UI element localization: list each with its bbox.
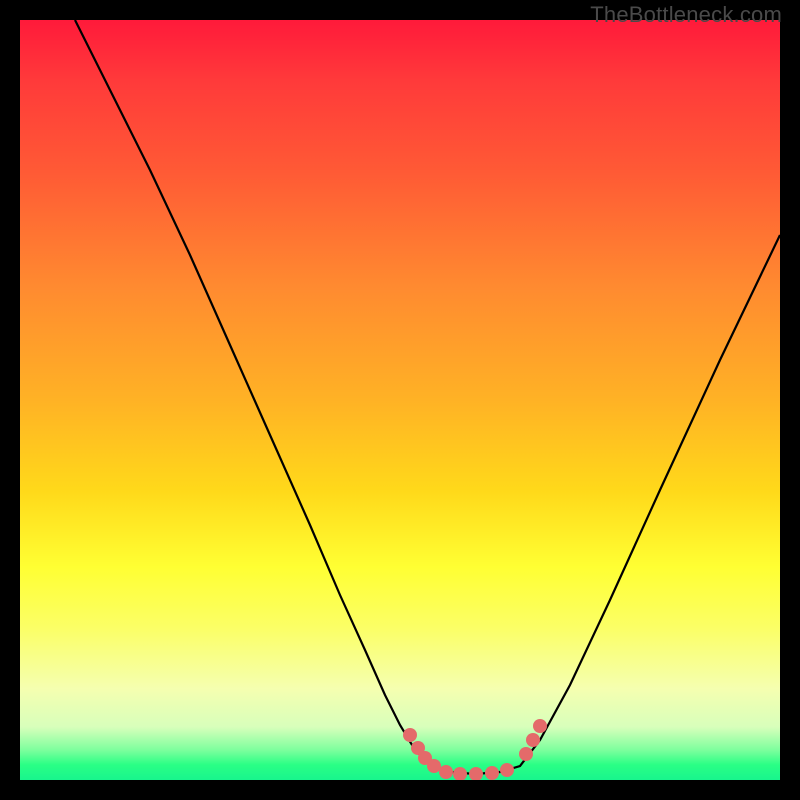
chart-frame: TheBottleneck.com <box>0 0 800 800</box>
attribution-label: TheBottleneck.com <box>590 2 782 28</box>
bottleneck-curve <box>20 20 780 780</box>
marker-group-floor <box>439 763 514 780</box>
curve-path <box>75 20 780 774</box>
marker-group-left <box>403 728 441 773</box>
marker-group-right <box>519 719 547 761</box>
plot-area <box>20 20 780 780</box>
